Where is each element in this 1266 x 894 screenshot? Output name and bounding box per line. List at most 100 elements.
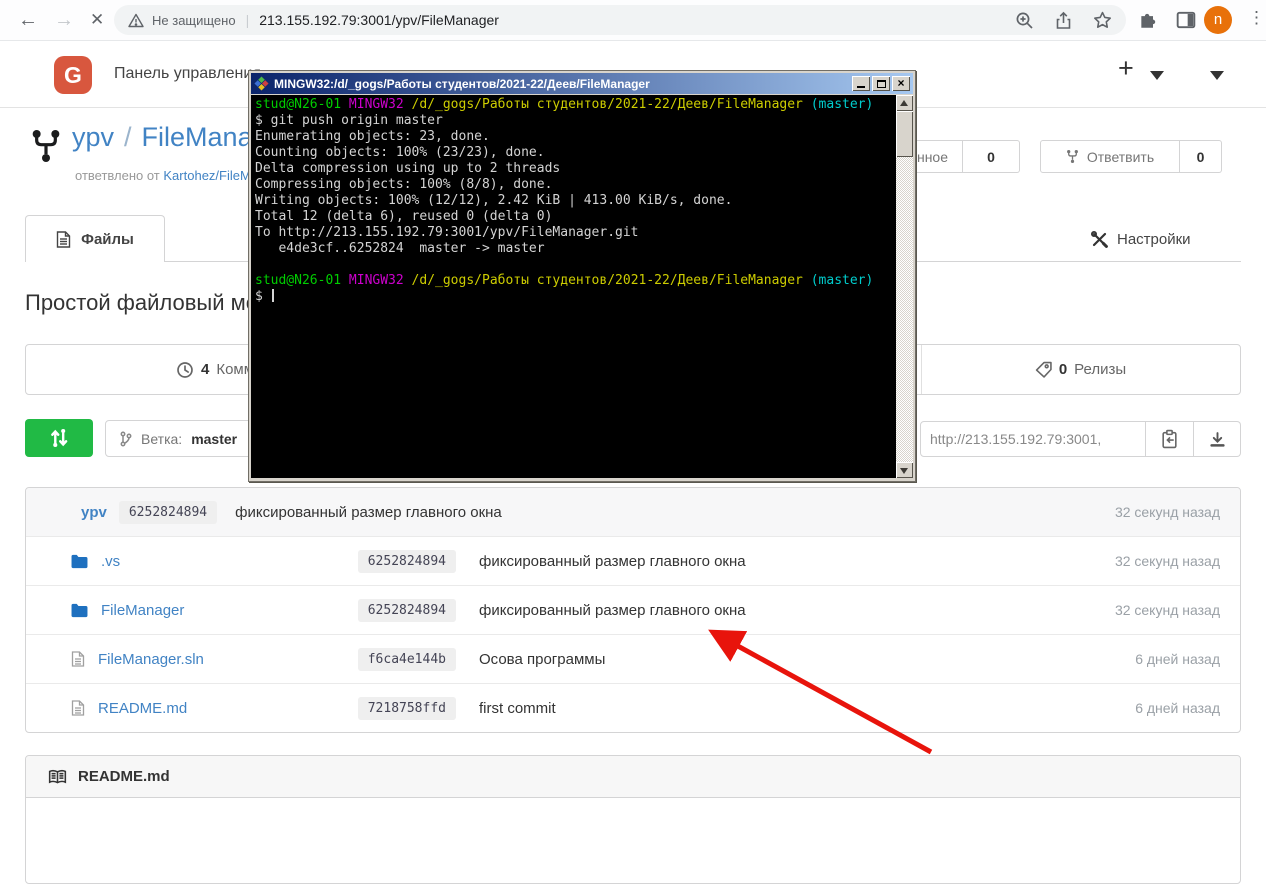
repo-owner-link[interactable]: ypv bbox=[72, 122, 114, 152]
settings-label: Настройки bbox=[1117, 231, 1191, 248]
url-text[interactable]: 213.155.192.79:3001/ypv/FileManager bbox=[259, 12, 499, 28]
browser-back-icon[interactable]: ← bbox=[18, 0, 38, 40]
releases-label: Релизы bbox=[1074, 361, 1126, 378]
branch-icon bbox=[120, 431, 132, 447]
releases-stat[interactable]: 0 Релизы bbox=[921, 345, 1240, 394]
fork-button-group: Ответвить 0 bbox=[1040, 140, 1222, 173]
commit-hash-badge[interactable]: 6252824894 bbox=[119, 501, 217, 524]
scroll-down-button[interactable] bbox=[896, 462, 913, 478]
share-icon[interactable] bbox=[1054, 11, 1073, 30]
fork-button-label: Ответвить bbox=[1087, 149, 1154, 165]
terminal-output: stud@N26-01 MINGW32 /d/_gogs/Работы студ… bbox=[251, 95, 896, 478]
copy-clone-url-button[interactable] bbox=[1146, 421, 1194, 457]
terminal-close-button[interactable]: × bbox=[892, 76, 910, 91]
browser-toolbar: ← → ✕ Не защищено | 213.155.192.79:3001/… bbox=[0, 0, 1266, 41]
gogs-logo[interactable]: G bbox=[54, 56, 92, 94]
file-icon bbox=[71, 651, 85, 667]
commit-hash-badge[interactable]: 6252824894 bbox=[358, 599, 456, 622]
terminal-line: Delta compression using up to 2 threads bbox=[255, 161, 892, 177]
terminal-line: stud@N26-01 MINGW32 /d/_gogs/Работы студ… bbox=[255, 273, 892, 289]
not-secure-warning-icon bbox=[128, 13, 144, 28]
readme-panel: README.md bbox=[25, 755, 1241, 884]
fork-button[interactable]: Ответвить bbox=[1040, 140, 1180, 173]
terminal-line: e4de3cf..6252824 master -> master bbox=[255, 241, 892, 257]
commit-time: 6 дней назад bbox=[1135, 651, 1220, 667]
url-separator: | bbox=[246, 12, 250, 28]
star-count-badge[interactable]: 0 bbox=[963, 140, 1020, 173]
address-bar[interactable]: Не защищено | 213.155.192.79:3001/ypv/Fi… bbox=[114, 5, 1126, 35]
file-link[interactable]: .vs bbox=[101, 553, 120, 570]
terminal-scrollbar[interactable] bbox=[896, 95, 913, 478]
terminal-window[interactable]: MINGW32:/d/_gogs/Работы студентов/2021-2… bbox=[248, 70, 916, 482]
history-icon bbox=[176, 361, 194, 379]
file-table: ypv 6252824894 фиксированный размер глав… bbox=[25, 487, 1241, 733]
download-archive-button[interactable] bbox=[1194, 421, 1241, 457]
commit-hash-badge[interactable]: 6252824894 bbox=[358, 550, 456, 573]
scroll-up-button[interactable] bbox=[896, 95, 913, 111]
commit-message-link[interactable]: фиксированный размер главного окна bbox=[479, 602, 746, 619]
screen: ← → ✕ Не защищено | 213.155.192.79:3001/… bbox=[0, 0, 1266, 894]
tab-settings[interactable]: Настройки bbox=[1090, 230, 1191, 249]
branch-selector[interactable]: Ветка: master bbox=[105, 420, 272, 457]
terminal-titlebar[interactable]: MINGW32:/d/_gogs/Работы студентов/2021-2… bbox=[251, 73, 913, 94]
file-tab-icon bbox=[56, 231, 71, 248]
file-link[interactable]: README.md bbox=[98, 700, 187, 717]
table-row: FileManager.sln f6ca4e144b Осова програм… bbox=[26, 634, 1240, 683]
browser-menu-icon[interactable]: ⋮ bbox=[1248, 8, 1265, 28]
fork-count-badge[interactable]: 0 bbox=[1180, 140, 1222, 173]
terminal-body[interactable]: stud@N26-01 MINGW32 /d/_gogs/Работы студ… bbox=[251, 95, 913, 478]
commit-author-link[interactable]: ypv bbox=[81, 504, 107, 521]
commit-time: 32 секунд назад bbox=[1115, 602, 1220, 618]
security-status-label[interactable]: Не защищено bbox=[152, 13, 236, 28]
tab-files-label: Файлы bbox=[81, 231, 134, 248]
mingw-app-icon bbox=[254, 76, 269, 91]
readme-body bbox=[26, 798, 1240, 883]
terminal-line: $ git push origin master bbox=[255, 113, 892, 129]
terminal-maximize-button[interactable] bbox=[872, 76, 890, 91]
table-row: README.md 7218758ffd first commit 6 дней… bbox=[26, 683, 1240, 732]
commit-message-link[interactable]: фиксированный размер главного окна bbox=[479, 553, 746, 570]
terminal-cursor bbox=[272, 289, 274, 302]
terminal-line: Counting objects: 100% (23/23), done. bbox=[255, 145, 892, 161]
repo-fork-type-icon bbox=[30, 128, 62, 164]
browser-profile-avatar[interactable]: n bbox=[1204, 6, 1232, 34]
create-new-button[interactable]: + bbox=[1118, 53, 1134, 84]
file-table-rows: .vs 6252824894 фиксированный размер глав… bbox=[26, 536, 1240, 732]
forked-from-label: ответвлено от bbox=[75, 168, 160, 183]
fork-icon bbox=[1066, 149, 1079, 164]
terminal-minimize-button[interactable] bbox=[852, 76, 870, 91]
browser-stop-icon[interactable]: ✕ bbox=[90, 0, 104, 40]
zoom-icon[interactable] bbox=[1015, 11, 1034, 30]
create-new-caret-icon[interactable] bbox=[1150, 71, 1164, 80]
bookmark-star-icon[interactable] bbox=[1093, 11, 1112, 30]
file-link[interactable]: FileManager.sln bbox=[98, 651, 204, 668]
dashboard-link[interactable]: Панель управления bbox=[114, 65, 261, 83]
scrollbar-thumb[interactable] bbox=[896, 111, 913, 157]
commit-hash-badge[interactable]: 7218758ffd bbox=[358, 697, 456, 720]
clone-url-input[interactable] bbox=[920, 421, 1146, 457]
commit-message-link[interactable]: фиксированный размер главного окна bbox=[235, 504, 502, 521]
commit-hash-badge[interactable]: f6ca4e144b bbox=[358, 648, 456, 671]
terminal-line: Compressing objects: 100% (8/8), done. bbox=[255, 177, 892, 193]
folder-icon bbox=[71, 603, 88, 618]
tab-files[interactable]: Файлы bbox=[25, 215, 165, 262]
commits-count: 4 bbox=[201, 361, 209, 378]
terminal-line: Enumerating objects: 23, done. bbox=[255, 129, 892, 145]
releases-count: 0 bbox=[1059, 361, 1067, 378]
terminal-line: Writing objects: 100% (12/12), 2.42 KiB … bbox=[255, 193, 892, 209]
extensions-puzzle-icon[interactable] bbox=[1138, 10, 1158, 30]
compare-commits-button[interactable] bbox=[25, 419, 93, 457]
terminal-line: Total 12 (delta 6), reused 0 (delta 0) bbox=[255, 209, 892, 225]
side-panel-icon[interactable] bbox=[1176, 10, 1196, 30]
commit-time: 32 секунд назад bbox=[1115, 553, 1220, 569]
browser-forward-icon[interactable]: → bbox=[54, 0, 74, 40]
table-row: FileManager 6252824894 фиксированный раз… bbox=[26, 585, 1240, 634]
readme-header: README.md bbox=[26, 756, 1240, 798]
commit-message-link[interactable]: first commit bbox=[479, 700, 556, 717]
clone-url-group bbox=[920, 421, 1241, 457]
commit-time: 32 секунд назад bbox=[1115, 504, 1220, 520]
latest-commit-row: ypv 6252824894 фиксированный размер глав… bbox=[26, 488, 1240, 536]
commit-message-link[interactable]: Осова программы bbox=[479, 651, 605, 668]
user-menu-caret-icon[interactable] bbox=[1210, 71, 1224, 80]
file-link[interactable]: FileManager bbox=[101, 602, 184, 619]
